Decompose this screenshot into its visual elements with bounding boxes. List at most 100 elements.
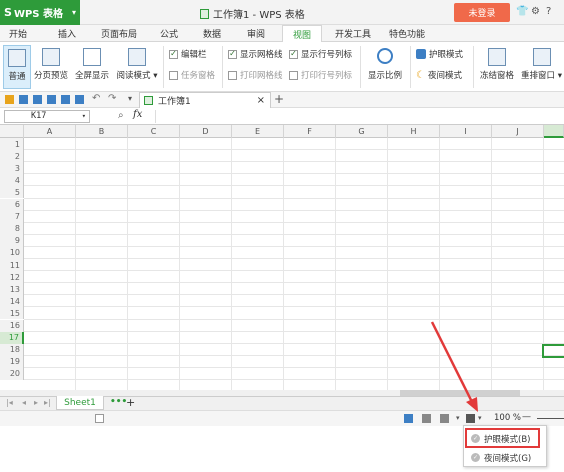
- formula-input[interactable]: [155, 110, 559, 123]
- page-layout-icon[interactable]: [422, 414, 431, 423]
- tab-data[interactable]: 数据: [198, 25, 226, 42]
- column-header[interactable]: H: [388, 125, 440, 138]
- row-header[interactable]: 4: [0, 174, 24, 187]
- row-header[interactable]: 6: [0, 198, 24, 211]
- freeze-panes-button[interactable]: 冻结窗格: [477, 48, 517, 81]
- row-header[interactable]: 1: [0, 138, 24, 151]
- chevron-down-icon[interactable]: ▾: [128, 94, 132, 103]
- task-pane-checkbox[interactable]: 任务窗格: [169, 69, 215, 81]
- row-header[interactable]: 3: [0, 162, 24, 175]
- tab-review[interactable]: 审阅: [242, 25, 270, 42]
- menu-item-night-mode[interactable]: ✓ 夜间模式(G): [468, 449, 544, 466]
- gridline: [24, 306, 564, 308]
- select-all-corner[interactable]: [0, 125, 24, 138]
- row-header[interactable]: 20: [0, 367, 24, 380]
- tab-home[interactable]: 开始: [4, 25, 32, 42]
- row-header[interactable]: 15: [0, 307, 24, 320]
- login-button[interactable]: 未登录: [454, 3, 510, 22]
- gear-icon[interactable]: ⚙: [531, 6, 540, 17]
- eye-mode-toggle-icon[interactable]: [466, 414, 475, 423]
- row-header[interactable]: 10: [0, 246, 24, 259]
- normal-view-button[interactable]: 普通: [3, 45, 31, 89]
- zoom-button[interactable]: 显示比例: [364, 48, 406, 81]
- row-header[interactable]: 19: [0, 355, 24, 368]
- magnifier-icon[interactable]: ⌕: [118, 110, 124, 121]
- document-tab[interactable]: 工作簿1 ×: [139, 92, 271, 108]
- reading-mode-button[interactable]: 阅读模式 ▾: [114, 48, 160, 81]
- normal-view-icon[interactable]: [404, 414, 413, 423]
- print-icon[interactable]: [33, 95, 42, 104]
- night-mode-button[interactable]: ☾ 夜间模式: [416, 69, 462, 82]
- row-header[interactable]: 5: [0, 186, 24, 199]
- row-header[interactable]: 13: [0, 283, 24, 296]
- column-header[interactable]: G: [336, 125, 388, 138]
- fullscreen-button[interactable]: 全屏显示: [73, 48, 111, 81]
- export-icon[interactable]: [47, 95, 56, 104]
- eye-mode-button[interactable]: 护眼模式: [416, 48, 463, 60]
- row-header[interactable]: 12: [0, 271, 24, 284]
- zoom-icon[interactable]: [75, 95, 84, 104]
- calculator-icon[interactable]: [95, 414, 104, 423]
- chevron-down-icon[interactable]: ▾: [478, 414, 482, 422]
- save-icon[interactable]: [19, 95, 28, 104]
- column-header[interactable]: C: [128, 125, 180, 138]
- row-header[interactable]: 8: [0, 222, 24, 235]
- tab-insert[interactable]: 插入: [52, 25, 82, 42]
- print-gridlines-checkbox[interactable]: 打印网格线: [228, 69, 283, 81]
- undo-icon[interactable]: ↶: [92, 93, 100, 104]
- chevron-down-icon[interactable]: ▾: [456, 414, 460, 422]
- tab-view[interactable]: 视图: [282, 25, 322, 43]
- row-header[interactable]: 11: [0, 259, 24, 272]
- arrange-windows-button[interactable]: 重排窗口 ▾: [519, 48, 564, 81]
- row-header[interactable]: 2: [0, 150, 24, 163]
- column-header[interactable]: J: [492, 125, 544, 138]
- fx-icon[interactable]: fx: [133, 109, 142, 120]
- page-break-preview-button[interactable]: 分页预览: [32, 48, 70, 81]
- divider: [410, 46, 411, 88]
- tab-developer[interactable]: 开发工具: [330, 25, 376, 42]
- name-box[interactable]: K17 ▾: [4, 110, 90, 123]
- row-header[interactable]: 9: [0, 234, 24, 247]
- active-cell[interactable]: [542, 344, 564, 358]
- zoom-out-button[interactable]: —: [522, 412, 531, 422]
- print-headers-checkbox[interactable]: 打印行号列标: [289, 69, 352, 81]
- print-preview-icon[interactable]: [61, 95, 70, 104]
- column-header[interactable]: B: [76, 125, 128, 138]
- app-name: WPS 表格: [13, 9, 63, 20]
- column-header-selected[interactable]: [544, 125, 564, 138]
- column-header[interactable]: I: [440, 125, 492, 138]
- add-sheet-button[interactable]: +: [126, 396, 135, 409]
- tab-page-layout[interactable]: 页面布局: [98, 25, 140, 42]
- cell-grid[interactable]: 1 2 3 4 5 6 7 8 9 10 11 12 13 14 15 16 1…: [0, 138, 564, 390]
- row-header[interactable]: 7: [0, 210, 24, 223]
- row-header[interactable]: 18: [0, 343, 24, 356]
- row-header[interactable]: 14: [0, 295, 24, 308]
- next-sheet-icon[interactable]: ▸: [34, 398, 38, 407]
- tab-formulas[interactable]: 公式: [155, 25, 183, 42]
- app-menu-button[interactable]: S WPS 表格 ▾: [0, 0, 80, 25]
- tab-special[interactable]: 特色功能: [384, 25, 430, 42]
- check-icon: ✓: [289, 49, 298, 59]
- first-sheet-icon[interactable]: |◂: [6, 398, 13, 407]
- sheet-tab[interactable]: Sheet1: [56, 396, 104, 410]
- zoom-slider[interactable]: [537, 418, 564, 419]
- redo-icon[interactable]: ↷: [108, 93, 116, 104]
- help-icon[interactable]: ?: [546, 6, 551, 17]
- edit-bar-checkbox[interactable]: ✓ 编辑栏: [169, 48, 207, 60]
- new-tab-button[interactable]: +: [274, 92, 284, 106]
- row-header-selected[interactable]: 17: [0, 331, 24, 344]
- prev-sheet-icon[interactable]: ◂: [22, 398, 26, 407]
- column-header[interactable]: F: [284, 125, 336, 138]
- more-sheets-icon[interactable]: •••: [110, 397, 127, 407]
- row-header[interactable]: 16: [0, 319, 24, 332]
- column-header[interactable]: E: [232, 125, 284, 138]
- show-gridlines-checkbox[interactable]: ✓ 显示网格线: [228, 48, 283, 60]
- open-icon[interactable]: [5, 95, 14, 104]
- last-sheet-icon[interactable]: ▸|: [44, 398, 51, 407]
- close-icon[interactable]: ×: [257, 95, 265, 106]
- shirt-icon[interactable]: 👕: [516, 6, 528, 17]
- column-header[interactable]: D: [180, 125, 232, 138]
- page-break-icon[interactable]: [440, 414, 449, 423]
- column-header[interactable]: A: [24, 125, 76, 138]
- show-headers-checkbox[interactable]: ✓ 显示行号列标: [289, 48, 352, 60]
